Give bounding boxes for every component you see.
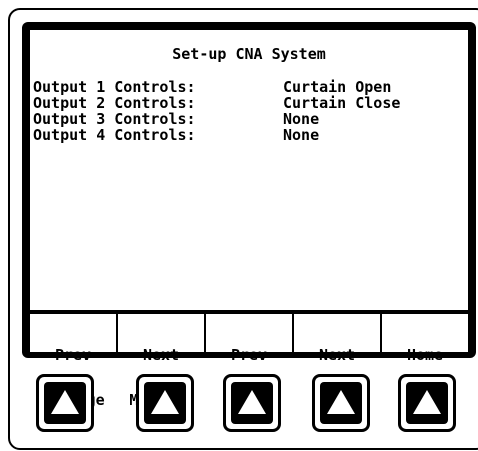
output-label: Output 1 Controls: <box>33 78 196 96</box>
output-label: Output 4 Controls: <box>33 126 196 144</box>
softkey-prev-message[interactable]: Prev Message <box>30 314 118 408</box>
hardware-button-5[interactable] <box>398 374 456 432</box>
output-list: Output 1 Controls: Curtain Open Output 2… <box>33 79 400 143</box>
softkey-label: Next <box>318 346 356 364</box>
hardware-button-3[interactable] <box>223 374 281 432</box>
hardware-button-2[interactable] <box>136 374 194 432</box>
up-triangle-icon <box>327 390 355 414</box>
output-label: Output 2 Controls: <box>33 94 196 112</box>
softkey-next-message[interactable]: Next Message <box>118 314 206 408</box>
softkey-home[interactable]: Home <box>382 314 468 363</box>
output-value: Curtain Close <box>283 94 401 112</box>
up-triangle-icon <box>51 390 79 414</box>
output-value: None <box>283 126 320 144</box>
softkey-label: Home <box>406 346 444 364</box>
softkey-label: Prev <box>54 346 92 364</box>
page-title: Set-up CNA System <box>172 45 326 63</box>
output-row-4: Output 4 Controls: None <box>33 127 400 143</box>
hardware-button-1[interactable] <box>36 374 94 432</box>
button-face <box>144 382 186 424</box>
output-row-2: Output 2 Controls: Curtain Close <box>33 95 400 111</box>
softkey-next-page[interactable]: Next Page <box>294 314 382 408</box>
button-face <box>406 382 448 424</box>
button-face <box>320 382 362 424</box>
up-triangle-icon <box>238 390 266 414</box>
output-value: None <box>283 110 320 128</box>
output-row-3: Output 3 Controls: None <box>33 111 400 127</box>
up-triangle-icon <box>151 390 179 414</box>
softkey-prev-page[interactable]: Prev Page <box>206 314 294 408</box>
softkey-label: Next <box>142 346 180 364</box>
button-face <box>231 382 273 424</box>
lcd-screen: Set-up CNA System Output 1 Controls: Cur… <box>22 22 476 408</box>
output-value: Curtain Open <box>283 78 392 96</box>
softkey-bar: Prev Message Next Message Prev Page Next… <box>30 314 468 408</box>
up-triangle-icon <box>413 390 441 414</box>
button-face <box>44 382 86 424</box>
hardware-button-4[interactable] <box>312 374 370 432</box>
output-label: Output 3 Controls: <box>33 110 196 128</box>
hardware-button-row <box>36 374 464 436</box>
softkey-label: Prev <box>230 346 268 364</box>
display-area: Set-up CNA System Output 1 Controls: Cur… <box>30 30 468 310</box>
output-row-1: Output 1 Controls: Curtain Open <box>33 79 400 95</box>
